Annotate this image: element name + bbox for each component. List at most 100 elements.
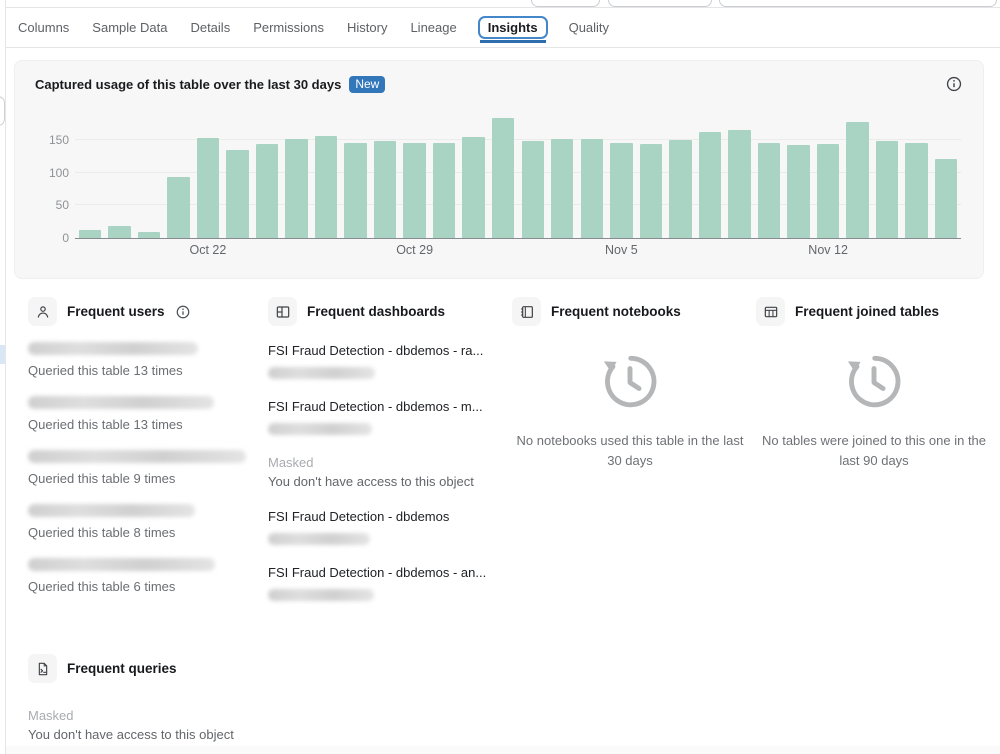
tab-label: Details: [190, 20, 231, 35]
new-badge: New: [349, 75, 386, 93]
user-icon: [28, 297, 57, 326]
masked-user-name: [28, 396, 214, 409]
tab-details[interactable]: Details: [190, 8, 230, 47]
user-query-count: Queried this table 9 times: [28, 471, 176, 486]
tab-lineage[interactable]: Lineage: [410, 8, 456, 47]
usage-bar: [491, 118, 515, 238]
usage-bar: [432, 143, 456, 238]
user-query-count: Queried this table 13 times: [28, 417, 183, 432]
usage-chart-x-axis: Oct 22 Oct 29 Nov 5 Nov 12: [75, 243, 961, 261]
tab-label: Quality: [568, 20, 610, 35]
bar-slot: [725, 117, 755, 238]
usage-bar: [314, 136, 338, 238]
masked-label: Masked: [268, 455, 314, 470]
usage-bar: [108, 225, 131, 238]
usage-bar: [403, 143, 426, 238]
masked-dashboard-detail: [268, 367, 375, 379]
frequent-users-list: Queried this table 13 times Queried this …: [28, 342, 268, 596]
usage-chart: 0 50 100 150 Oct 22 Oct 29 Nov 5 Nov 12: [49, 117, 961, 261]
history-icon: [599, 355, 661, 416]
bar-slot: [784, 117, 814, 238]
bar-slot: [193, 117, 223, 238]
bar-slot: [843, 117, 873, 238]
masked-label: Masked: [28, 708, 74, 723]
info-icon[interactable]: [945, 75, 963, 93]
dashboard-link[interactable]: FSI Fraud Detection - dbdemos - m...: [268, 398, 500, 416]
usage-bar: [137, 232, 161, 238]
sidebar-selection-fragment: [0, 345, 5, 364]
frequent-dashboards-list: FSI Fraud Detection - dbdemos - ra... FSI…: [268, 342, 512, 601]
sidebar-button-fragment: [0, 96, 5, 126]
dashboard-link[interactable]: FSI Fraud Detection - dbdemos - ra...: [268, 342, 500, 360]
dashboard-item: FSI Fraud Detection - dbdemos - an...: [268, 564, 512, 601]
usage-bar: [226, 150, 249, 238]
tab-label: Permissions: [253, 20, 324, 35]
user-query-count: Queried this table 8 times: [28, 525, 176, 540]
y-axis-label: 150: [48, 133, 69, 147]
usage-bar: [698, 132, 722, 238]
masked-user-name: [28, 504, 195, 517]
x-axis-label: Oct 29: [396, 243, 434, 257]
tab-sample-data[interactable]: Sample Data: [92, 8, 167, 47]
info-icon[interactable]: [175, 304, 191, 320]
no-access-note: You don't have access to this object: [268, 474, 474, 489]
usage-bar: [787, 145, 810, 238]
usage-bar: [757, 143, 781, 238]
frequent-user-row: Queried this table 6 times: [28, 558, 268, 596]
masked-user-name: [28, 558, 215, 571]
dashboard-item: FSI Fraud Detection - dbdemos: [268, 508, 512, 545]
notebooks-empty-text: No notebooks used this table in the last…: [516, 433, 744, 468]
bar-slot: [577, 117, 607, 238]
bar-slot: [902, 117, 932, 238]
section-title: Frequent queries: [67, 661, 177, 676]
usage-panel-header: Captured usage of this table over the la…: [35, 75, 963, 93]
bar-slot: [607, 117, 637, 238]
bar-slot: [311, 117, 341, 238]
bar-slot: [252, 117, 282, 238]
bar-slot: [223, 117, 253, 238]
usage-bar: [846, 121, 869, 238]
usage-bar: [344, 143, 367, 238]
bar-slot: [548, 117, 578, 238]
tab-permissions[interactable]: Permissions: [253, 8, 324, 47]
toolbar-button-fragment[interactable]: [608, 0, 712, 7]
usage-panel: Captured usage of this table over the la…: [14, 60, 984, 279]
table-icon: [756, 297, 785, 326]
bar-slot: [695, 117, 725, 238]
tab-label: Lineage: [410, 20, 457, 35]
query-file-icon: [28, 654, 57, 683]
section-title: Frequent joined tables: [795, 304, 940, 319]
frequent-queries-section: Frequent queries Masked You don't have ac…: [28, 654, 348, 754]
usage-chart-plot: 0 50 100 150: [49, 117, 961, 245]
usage-bar: [580, 139, 604, 238]
history-icon: [843, 355, 905, 416]
section-title: Frequent users: [67, 304, 165, 319]
dashboard-link[interactable]: FSI Fraud Detection - dbdemos: [268, 508, 500, 526]
bar-slot: [370, 117, 400, 238]
masked-dashboard-item: Masked You don't have access to this obje…: [268, 454, 512, 491]
tab-history[interactable]: History: [347, 8, 387, 47]
frequent-user-row: Queried this table 8 times: [28, 504, 268, 542]
toolbar-button-fragment[interactable]: [531, 0, 600, 7]
usage-bar: [905, 143, 928, 238]
usage-bar: [934, 158, 958, 238]
user-query-count: Queried this table 6 times: [28, 579, 176, 594]
dashboard-link[interactable]: FSI Fraud Detection - dbdemos - an...: [268, 564, 500, 582]
y-axis-label: 100: [48, 165, 69, 180]
masked-query-item: Masked You don't have access to this obje…: [28, 707, 348, 744]
frequent-users-section: Frequent users Queried this table 13 tim…: [28, 297, 268, 620]
bar-slot: [931, 117, 961, 238]
bar-slot: [164, 117, 194, 238]
bar-slot: [429, 117, 459, 238]
usage-bar: [639, 143, 663, 238]
tab-columns[interactable]: Columns: [18, 8, 69, 47]
masked-user-name: [28, 342, 198, 355]
tab-quality[interactable]: Quality: [569, 8, 609, 47]
tab-insights[interactable]: Insights: [477, 8, 548, 47]
section-title: Frequent dashboards: [307, 304, 446, 319]
dashboard-item: FSI Fraud Detection - dbdemos - ra...: [268, 342, 512, 379]
bar-slot: [134, 117, 164, 238]
frequent-joined-tables-section: Frequent joined tables No tables were jo…: [756, 297, 988, 620]
toolbar-search-input-fragment[interactable]: [719, 0, 997, 7]
x-axis-label: Oct 22: [189, 243, 227, 257]
